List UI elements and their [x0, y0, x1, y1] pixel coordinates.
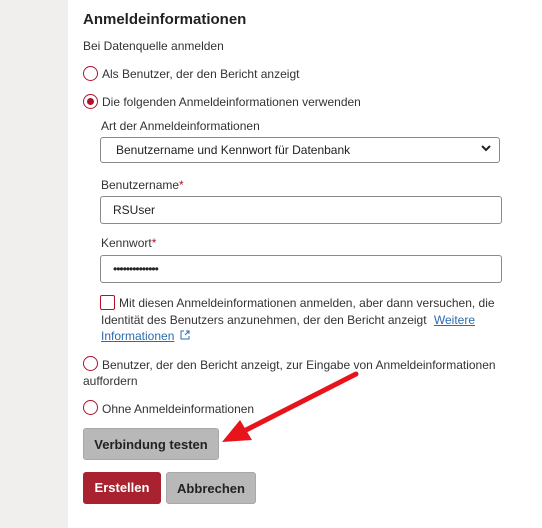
password-input[interactable]: •••••••••••••• — [100, 255, 502, 283]
more-info-link-part1[interactable]: Weitere — [434, 313, 475, 327]
username-value: RSUser — [113, 203, 156, 217]
radio-selected-dot — [87, 98, 94, 105]
create-button[interactable]: Erstellen — [83, 472, 161, 504]
username-label: Benutzername* — [101, 178, 184, 192]
username-input[interactable]: RSUser — [100, 196, 502, 224]
impersonate-line1: Mit diesen Anmeldeinformationen anmelden… — [119, 296, 495, 310]
radio-use-following-label: Die folgenden Anmeldeinformationen verwe… — [102, 95, 361, 109]
chevron-down-icon — [481, 145, 491, 152]
radio-no-credentials-label: Ohne Anmeldeinformationen — [102, 402, 255, 416]
radio-as-user[interactable] — [83, 66, 98, 81]
radio-as-user-label: Als Benutzer, der den Bericht anzeigt — [102, 67, 300, 81]
section-subtitle: Bei Datenquelle anmelden — [83, 39, 224, 53]
left-sidebar-strip — [0, 0, 68, 528]
credential-type-label: Art der Anmeldeinformationen — [101, 119, 260, 133]
more-info-link[interactable]: Informationen — [101, 329, 190, 343]
credential-type-value: Benutzername und Kennwort für Datenbank — [116, 143, 351, 157]
test-connection-button[interactable]: Verbindung testen — [83, 428, 219, 460]
credential-type-select[interactable]: Benutzername und Kennwort für Datenbank — [100, 137, 500, 163]
cancel-button[interactable]: Abbrechen — [166, 472, 256, 504]
password-value: •••••••••••••• — [113, 262, 159, 276]
radio-prompt-label-line2: auffordern — [83, 374, 138, 388]
section-title: Anmeldeinformationen — [83, 11, 247, 28]
impersonate-line2: Identität des Benutzers anzunehmen, der … — [101, 313, 476, 327]
external-link-icon — [180, 330, 190, 340]
impersonate-checkbox[interactable] — [100, 295, 115, 310]
radio-prompt-user[interactable] — [83, 356, 98, 371]
radio-prompt-label-line1: Benutzer, der den Bericht anzeigt, zur E… — [102, 358, 496, 372]
radio-no-credentials[interactable] — [83, 400, 98, 415]
radio-use-following[interactable] — [83, 94, 98, 109]
password-label: Kennwort* — [101, 236, 157, 250]
